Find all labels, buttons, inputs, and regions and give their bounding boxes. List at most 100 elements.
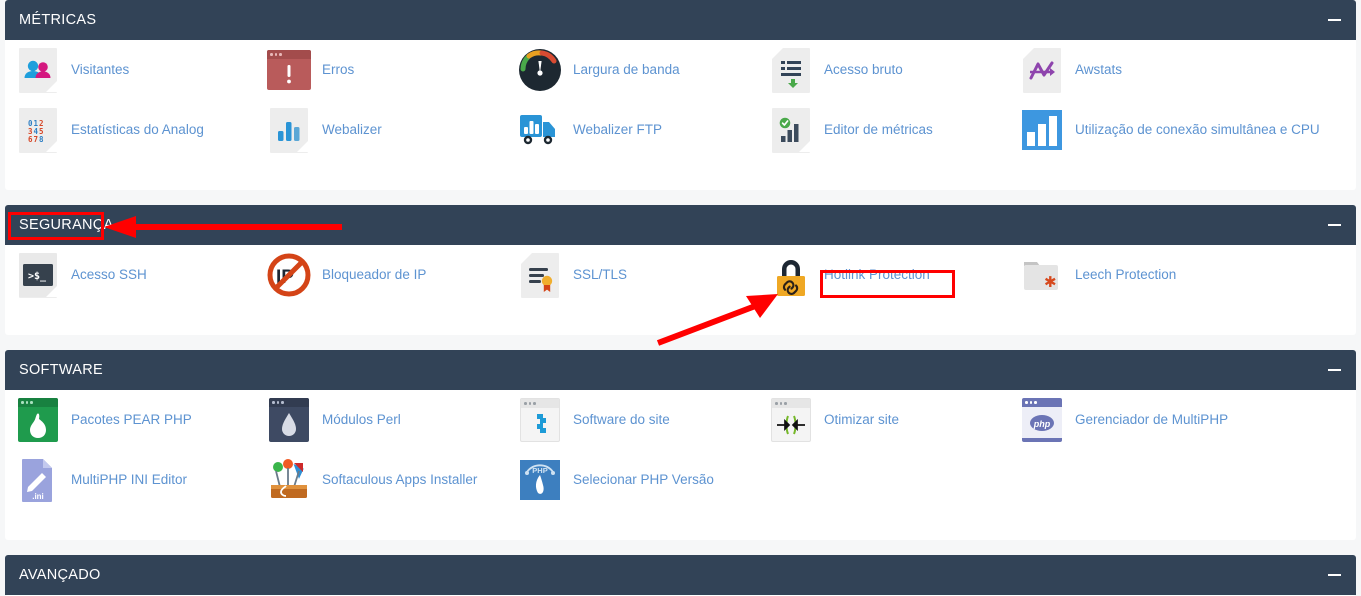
tile-acesso-bruto[interactable]: Acesso bruto [758, 40, 1009, 100]
visitors-icon [14, 46, 62, 94]
tile-selecionar-php-versao[interactable]: PHP Selecionar PHP Versão [507, 450, 758, 510]
tile-label: Largura de banda [573, 62, 680, 77]
panel-header-software[interactable]: SOFTWARE [5, 350, 1356, 390]
tile-label: MultiPHP INI Editor [71, 472, 188, 487]
tile-largura-de-banda[interactable]: Largura de banda [507, 40, 758, 100]
panel-metricas: MÉTRICAS Visitantes Erros Largura de ban… [5, 0, 1356, 190]
tile-label: SSL/TLS [573, 267, 628, 282]
svg-text:6: 6 [28, 135, 33, 144]
icon-row: 0 1 2 3 4 5 6 7 8 Estatísticas do Analog… [5, 100, 1356, 160]
panel-title: SEGURANÇA [19, 217, 114, 233]
panel-body-software: Pacotes PEAR PHP Módulos Perl Software d… [5, 390, 1356, 510]
tile-webalizer[interactable]: Webalizer [256, 100, 507, 160]
tile-label: Módulos Perl [322, 412, 401, 427]
panel-header-seguranca[interactable]: SEGURANÇA [5, 205, 1356, 245]
tile-gerenciador-de-multiphp[interactable]: php Gerenciador de MultiPHP [1009, 390, 1260, 450]
tile-label: Bloqueador de IP [322, 267, 427, 282]
panel-title: MÉTRICAS [19, 12, 97, 28]
tile-label: Software do site [573, 412, 670, 427]
icon-row: >$_ Acesso SSH IP Blo [5, 245, 1356, 305]
tile-editor-de-metricas[interactable]: Editor de métricas [758, 100, 1009, 160]
perl-modules-icon [265, 396, 313, 444]
tile-ssl-tls[interactable]: SSL/TLS [507, 245, 758, 305]
tile-label: Acesso bruto [824, 62, 903, 77]
panel-header-metricas[interactable]: MÉTRICAS [5, 0, 1356, 40]
svg-text:8: 8 [39, 135, 44, 144]
svg-text:php: php [1033, 419, 1051, 429]
tile-label: Utilização de conexão simultânea e CPU [1075, 122, 1320, 137]
tile-estatisticas-do-analog[interactable]: 0 1 2 3 4 5 6 7 8 Estatísticas do Analog [5, 100, 256, 160]
ip-blocker-icon: IP [265, 251, 313, 299]
optimize-site-icon [767, 396, 815, 444]
ssl-certificate-icon [516, 251, 564, 299]
tile-multiphp-ini-editor[interactable]: .ini MultiPHP INI Editor [5, 450, 256, 510]
bandwidth-gauge-icon [516, 46, 564, 94]
webalizer-ftp-icon [516, 106, 564, 154]
tile-software-do-site[interactable]: Software do site [507, 390, 758, 450]
errors-icon [265, 46, 313, 94]
tile-modulos-perl[interactable]: Módulos Perl [256, 390, 507, 450]
tile-label: Acesso SSH [71, 267, 147, 282]
tile-label: Leech Protection [1075, 267, 1177, 282]
minus-icon[interactable] [1326, 217, 1342, 233]
ssh-terminal-icon: >$_ [14, 251, 62, 299]
svg-text:PHP: PHP [532, 466, 547, 475]
softaculous-icon [265, 456, 313, 504]
icon-row: .ini MultiPHP INI Editor Softaculous App… [5, 450, 1356, 510]
analog-stats-icon: 0 1 2 3 4 5 6 7 8 [14, 106, 62, 154]
tile-erros[interactable]: Erros [256, 40, 507, 100]
minus-icon[interactable] [1326, 567, 1342, 583]
tile-label: Webalizer FTP [573, 122, 663, 137]
metrics-editor-icon [767, 106, 815, 154]
tile-label: Visitantes [71, 62, 130, 77]
tile-label: Softaculous Apps Installer [322, 472, 478, 487]
cpanel-home-page: MÉTRICAS Visitantes Erros Largura de ban… [0, 0, 1361, 596]
svg-text:✱: ✱ [1044, 273, 1057, 291]
tile-leech-protection[interactable]: ✱ Leech Protection [1009, 245, 1260, 305]
panel-body-metricas: Visitantes Erros Largura de banda Acesso… [5, 40, 1356, 160]
tile-label: Pacotes PEAR PHP [71, 412, 192, 427]
panel-title: AVANÇADO [19, 567, 101, 583]
leech-folder-icon: ✱ [1018, 251, 1066, 299]
webalizer-icon [265, 106, 313, 154]
tile-softaculous-apps-installer[interactable]: Softaculous Apps Installer [256, 450, 507, 510]
tile-bloqueador-de-ip[interactable]: IP Bloqueador de IP [256, 245, 507, 305]
svg-text:7: 7 [34, 135, 39, 144]
tile-label: Awstats [1075, 62, 1123, 77]
panel-title: SOFTWARE [19, 362, 104, 378]
tile-acesso-ssh[interactable]: >$_ Acesso SSH [5, 245, 256, 305]
panel-software: SOFTWARE Pacotes PEAR PHP Módulos Perl S… [5, 350, 1356, 540]
icon-row: Visitantes Erros Largura de banda Acesso… [5, 40, 1356, 100]
tile-visitantes[interactable]: Visitantes [5, 40, 256, 100]
minus-icon[interactable] [1326, 12, 1342, 28]
awstats-icon [1018, 46, 1066, 94]
tile-label: Selecionar PHP Versão [573, 472, 714, 487]
tile-label: Editor de métricas [824, 122, 933, 137]
tile-label: Otimizar site [824, 412, 900, 427]
panel-header-avancado[interactable]: AVANÇADO [5, 555, 1356, 595]
cpu-connection-icon [1018, 106, 1066, 154]
tile-label: Gerenciador de MultiPHP [1075, 412, 1229, 427]
tile-label: Estatísticas do Analog [71, 122, 204, 137]
tile-label: Hotlink Protection [824, 267, 930, 282]
multiphp-ini-editor-icon: .ini [14, 456, 62, 504]
svg-text:>$_: >$_ [28, 271, 47, 282]
icon-row: Pacotes PEAR PHP Módulos Perl Software d… [5, 390, 1356, 450]
tile-otimizar-site[interactable]: Otimizar site [758, 390, 1009, 450]
tile-webalizer-ftp[interactable]: Webalizer FTP [507, 100, 758, 160]
panel-seguranca: SEGURANÇA >$_ Acesso SSH Bloqueador de I… [5, 205, 1356, 335]
tile-pacotes-pear-php[interactable]: Pacotes PEAR PHP [5, 390, 256, 450]
panel-body-seguranca: >$_ Acesso SSH IP Blo [5, 245, 1356, 305]
tile-utilizacao-conexao-cpu[interactable]: Utilização de conexão simultânea e CPU [1009, 100, 1329, 160]
hotlink-padlock-icon [767, 251, 815, 299]
multiphp-manager-icon: php [1018, 396, 1066, 444]
tile-awstats[interactable]: Awstats [1009, 40, 1260, 100]
minus-icon[interactable] [1326, 362, 1342, 378]
tile-hotlink-protection[interactable]: Hotlink Protection [758, 245, 1009, 305]
panel-avancado: AVANÇADO [5, 555, 1356, 596]
pear-php-icon [14, 396, 62, 444]
tile-label: Erros [322, 62, 355, 77]
tile-label: Webalizer [322, 122, 382, 137]
raw-access-icon [767, 46, 815, 94]
svg-text:.ini: .ini [32, 492, 44, 501]
